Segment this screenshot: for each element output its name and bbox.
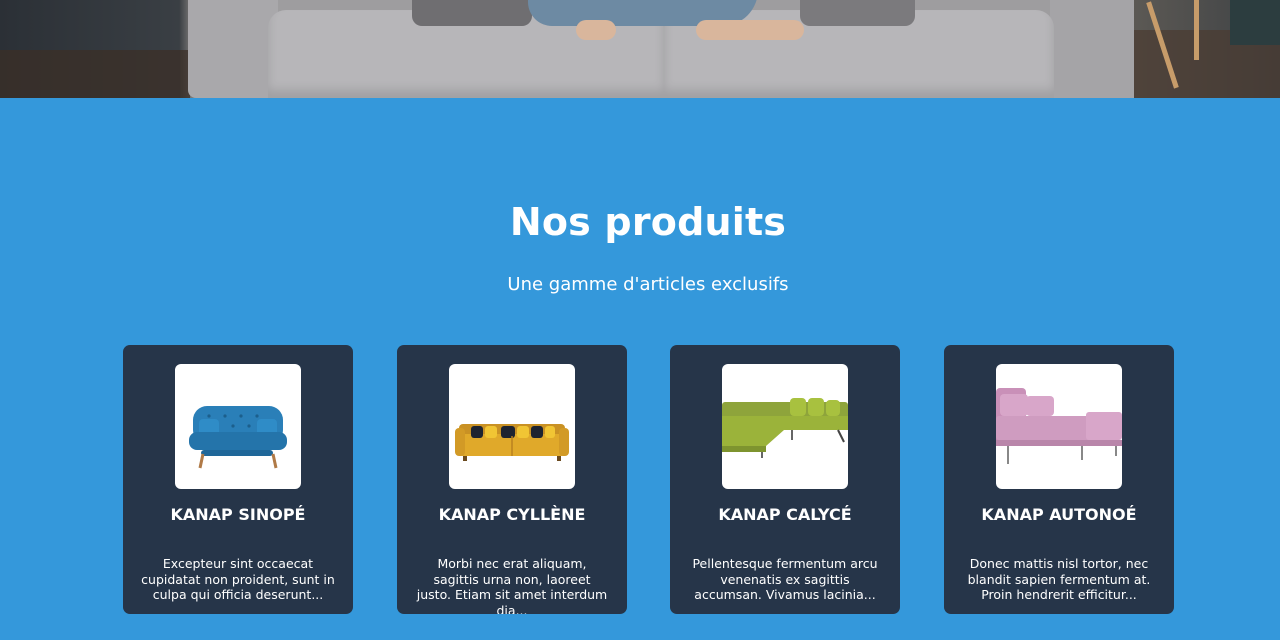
product-description: Excepteur sint occaecat cupidatat non pr… bbox=[141, 556, 335, 602]
product-name: KANAP AUTONOÉ bbox=[981, 505, 1137, 524]
product-description: Donec mattis nisl tortor, nec blandit sa… bbox=[967, 556, 1151, 602]
hero-banner-image bbox=[0, 0, 1280, 98]
product-name: KANAP SINOPÉ bbox=[170, 505, 306, 524]
product-name: KANAP CYLLÈNE bbox=[438, 505, 586, 524]
pink-chaise-sofa-icon bbox=[996, 388, 1122, 464]
product-card-autonoe[interactable]: KANAP AUTONOÉ Donec mattis nisl tortor, … bbox=[944, 345, 1174, 614]
product-card-sinope[interactable]: KANAP SINOPÉ Excepteur sint occaecat cup… bbox=[123, 345, 353, 614]
yellow-sofa-icon bbox=[455, 424, 569, 461]
product-image bbox=[722, 364, 848, 489]
product-image bbox=[449, 364, 575, 489]
green-sectional-sofa-icon bbox=[722, 398, 848, 458]
blue-loveseat-icon bbox=[189, 406, 287, 469]
product-description: Morbi nec erat aliquam, sagittis urna no… bbox=[416, 556, 608, 614]
product-description: Pellentesque fermentum arcu venenatis ex… bbox=[692, 556, 878, 602]
product-image bbox=[996, 364, 1122, 489]
section-title: Nos produits bbox=[509, 200, 787, 244]
product-name: KANAP CALYCÉ bbox=[718, 505, 852, 524]
product-image bbox=[175, 364, 301, 489]
product-card-calyce[interactable]: KANAP CALYCÉ Pellentesque fermentum arcu… bbox=[670, 345, 900, 614]
product-card-cyllene[interactable]: KANAP CYLLÈNE Morbi nec erat aliquam, sa… bbox=[397, 345, 627, 614]
section-subtitle: Une gamme d'articles exclusifs bbox=[507, 274, 789, 295]
